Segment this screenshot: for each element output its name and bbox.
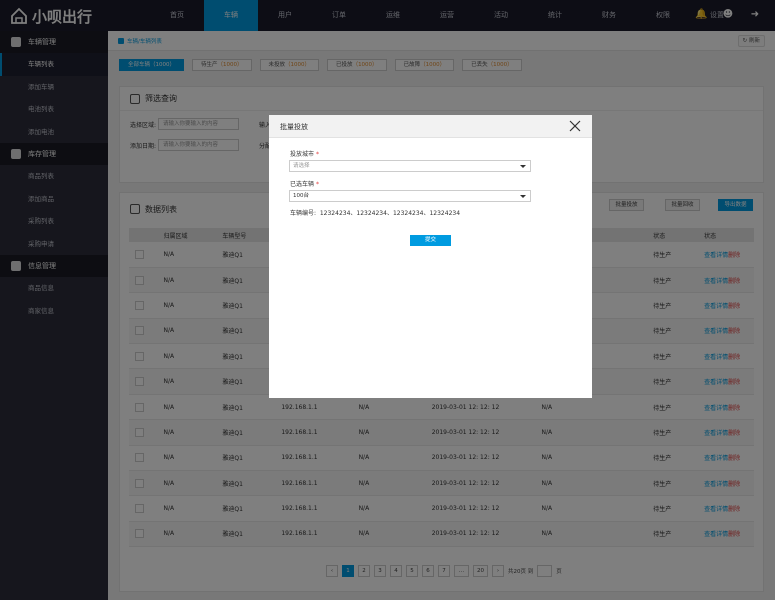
submit-button[interactable]: 提交 [410, 235, 451, 246]
city-label-text: 投放城市 [290, 151, 315, 158]
close-icon[interactable] [569, 120, 581, 132]
ids-label: 车辆编号: [290, 210, 317, 217]
batch-deploy-modal: 批量投放 投放城市 * 请选择 已选车辆 * 100台 车辆编号: 123242… [269, 115, 592, 398]
vehicle-ids: 车辆编号: 12324234、12324234、12324234、1232423… [290, 208, 460, 217]
selected-select[interactable]: 100台 [289, 190, 531, 202]
chevron-down-icon [520, 165, 526, 168]
city-select[interactable]: 请选择 [289, 160, 531, 172]
chevron-down-icon [520, 195, 526, 198]
modal-header: 批量投放 [269, 115, 592, 138]
required-mark: * [315, 181, 319, 188]
ids-value: 12324234、12324234、12324234、12324234 [319, 210, 461, 217]
city-select-value: 请选择 [293, 163, 310, 169]
selected-select-value: 100台 [293, 193, 309, 199]
city-label: 投放城市 * [290, 149, 319, 158]
selected-label-text: 已选车辆 [290, 181, 315, 188]
modal-title: 批量投放 [280, 123, 308, 131]
selected-label: 已选车辆 * [290, 179, 319, 188]
required-mark: * [315, 151, 319, 158]
